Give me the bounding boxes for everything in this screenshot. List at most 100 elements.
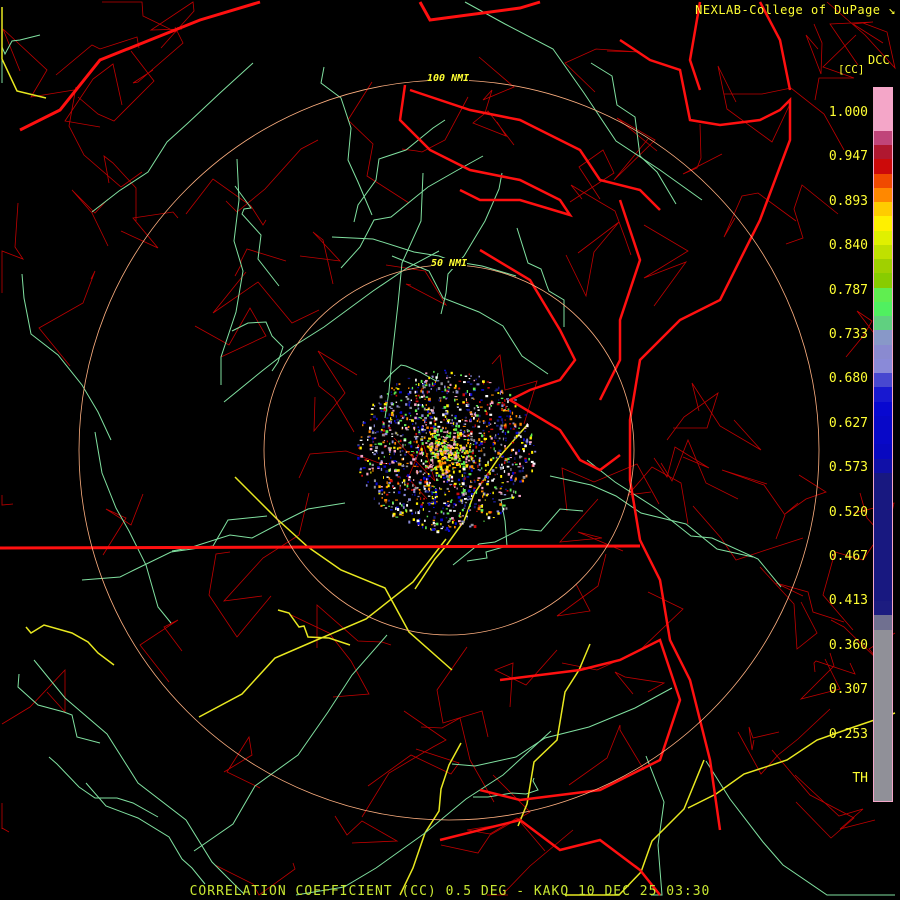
legend-swatch [874, 472, 892, 487]
echo-pixel [465, 485, 467, 487]
echo-pixel [481, 486, 484, 490]
echo-pixel [507, 457, 510, 460]
legend-label: 0.360 [828, 637, 868, 653]
echo-pixel [446, 512, 450, 515]
echo-pixel [489, 458, 493, 462]
echo-pixel [415, 383, 417, 386]
echo-pixel [453, 510, 456, 512]
echo-pixel [447, 421, 449, 424]
echo-pixel [436, 513, 439, 515]
echo-pixel [433, 435, 437, 439]
echo-pixel [484, 409, 486, 412]
echo-pixel [371, 431, 375, 434]
echo-pixel [423, 386, 426, 389]
echo-pixel [410, 454, 413, 456]
echo-pixel [399, 484, 402, 487]
echo-pixel [413, 426, 416, 430]
echo-pixel [393, 452, 395, 456]
echo-pixel [497, 433, 500, 436]
echo-pixel [475, 405, 479, 407]
echo-pixel [402, 445, 404, 448]
echo-pixel [458, 514, 461, 518]
legend-label: 0.893 [828, 193, 868, 209]
echo-pixel [446, 449, 448, 451]
echo-pixel [393, 460, 397, 462]
echo-pixel [431, 382, 434, 386]
echo-pixel [406, 501, 409, 503]
echo-pixel [450, 457, 454, 459]
echo-pixel [443, 439, 446, 441]
echo-pixel [463, 451, 466, 455]
echo-pixel [364, 459, 368, 461]
echo-pixel [439, 463, 443, 467]
echo-pixel [470, 481, 473, 483]
county-line [316, 604, 392, 648]
legend-swatch [874, 444, 892, 459]
echo-pixel [395, 401, 398, 403]
echo-pixel [380, 463, 383, 465]
echo-pixel [438, 474, 441, 477]
county-line [298, 450, 392, 479]
county-line [436, 646, 489, 738]
echo-pixel [436, 429, 438, 431]
echo-pixel [387, 424, 390, 427]
echo-pixel [384, 445, 387, 447]
echo-pixel [396, 418, 399, 421]
echo-pixel [425, 421, 428, 423]
echo-pixel [442, 507, 444, 510]
echo-pixel [523, 450, 525, 453]
echo-pixel [397, 476, 400, 478]
echo-pixel [388, 413, 391, 417]
echo-pixel [403, 415, 406, 419]
echo-pixel [410, 445, 413, 448]
echo-pixel [431, 492, 433, 495]
echo-pixel [470, 393, 473, 396]
echo-pixel [494, 486, 497, 489]
echo-pixel [417, 448, 420, 452]
echo-pixel [491, 479, 494, 482]
echo-pixel [502, 507, 505, 511]
echo-pixel [499, 453, 501, 455]
echo-pixel [418, 431, 421, 434]
echo-pixel [501, 409, 504, 411]
echo-pixel [423, 394, 425, 398]
echo-pixel [441, 458, 444, 460]
echo-pixel [372, 440, 374, 444]
echo-pixel [427, 475, 430, 478]
county-line [103, 155, 137, 221]
state-border [19, 0, 261, 132]
legend-swatch [874, 88, 892, 103]
echo-pixel [427, 495, 431, 497]
echo-pixel [474, 412, 477, 414]
echo-pixel [384, 499, 388, 502]
highway-line [391, 255, 549, 375]
echo-pixel [426, 482, 428, 486]
highway-line [25, 624, 115, 666]
echo-pixel [406, 451, 410, 453]
echo-pixel [408, 412, 411, 415]
echo-pixel [388, 499, 390, 502]
echo-pixel [434, 423, 437, 426]
echo-pixel [451, 499, 453, 501]
echo-pixel [486, 476, 489, 479]
echo-pixel [405, 508, 407, 512]
echo-pixel [448, 526, 452, 528]
echo-pixel [461, 455, 463, 457]
echo-pixel [450, 439, 453, 441]
echo-pixel [496, 403, 500, 406]
echo-pixel [418, 430, 421, 432]
echo-pixel [378, 502, 380, 505]
echo-pixel [494, 450, 497, 452]
echo-pixel [510, 468, 512, 471]
echo-pixel [382, 425, 386, 428]
echo-pixel [446, 431, 449, 434]
echo-pixel [450, 475, 454, 479]
resize-corner-icon[interactable]: ↘ [888, 3, 896, 17]
echo-pixel [373, 485, 376, 489]
echo-pixel [501, 402, 504, 404]
echo-pixel [397, 421, 400, 425]
highway-line [464, 1, 703, 201]
echo-pixel [428, 408, 430, 411]
echo-pixel [519, 415, 521, 417]
echo-pixel [468, 509, 470, 512]
